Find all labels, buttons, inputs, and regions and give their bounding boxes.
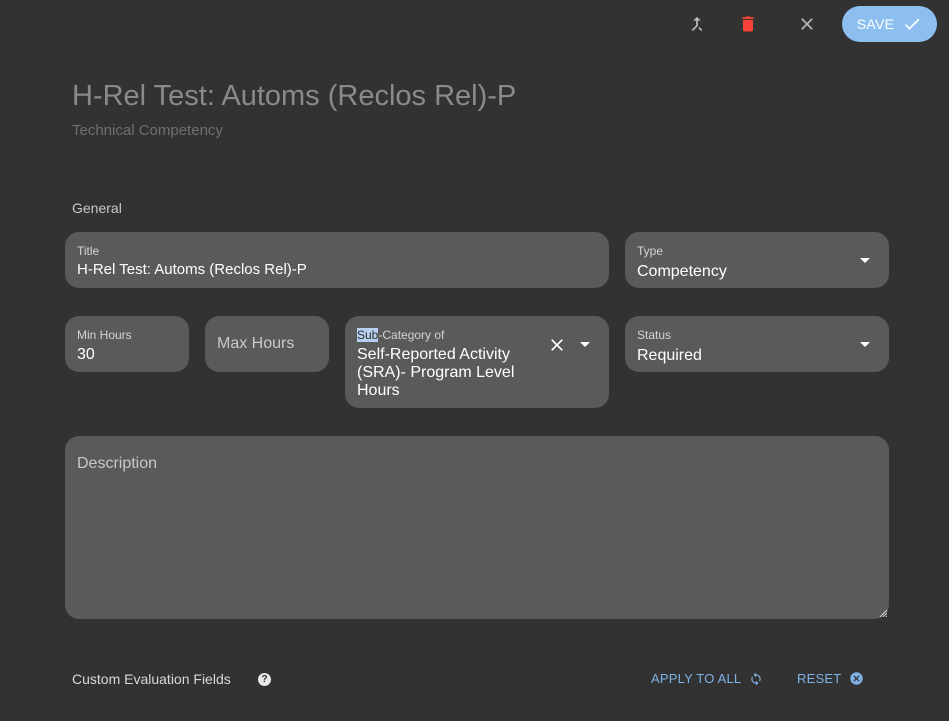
dropdown-caret-icon[interactable] xyxy=(580,342,590,347)
sub-category-label-highlight: Sub xyxy=(357,328,379,342)
general-section-label: General xyxy=(72,200,122,216)
apply-to-all-button[interactable]: APPLY TO ALL xyxy=(651,671,763,686)
type-select-label: Type xyxy=(637,244,664,258)
resize-handle-icon[interactable] xyxy=(879,609,887,617)
reset-button[interactable]: RESET xyxy=(797,671,864,686)
merge-icon[interactable] xyxy=(683,10,711,38)
cancel-circle-icon xyxy=(850,672,864,685)
clear-icon[interactable] xyxy=(546,334,568,356)
max-hours-placeholder: Max Hours xyxy=(217,335,295,352)
page-subtitle: Technical Competency xyxy=(72,122,223,139)
min-hours-label: Min Hours xyxy=(77,328,132,342)
status-select-value: Required xyxy=(637,347,702,364)
title-field-label: Title xyxy=(77,244,100,258)
top-toolbar: SAVE xyxy=(0,0,949,48)
sub-category-label: Sub-Category of xyxy=(357,328,444,342)
apply-to-all-label: APPLY TO ALL xyxy=(651,671,742,686)
status-select[interactable]: Status Required xyxy=(625,316,889,372)
type-select[interactable]: Type Competency xyxy=(625,232,889,288)
reset-label: RESET xyxy=(797,671,842,686)
sub-category-select[interactable]: Sub-Category of Self-Reported Activity (… xyxy=(345,316,609,408)
dropdown-caret-icon[interactable] xyxy=(860,342,870,347)
sync-icon xyxy=(751,672,762,685)
title-field-value[interactable]: H-Rel Test: Automs (Reclos Rel)-P xyxy=(77,261,307,278)
max-hours-field[interactable]: Max Hours xyxy=(205,316,329,372)
sub-category-label-rest: -Category of xyxy=(378,328,445,342)
custom-evaluation-fields-label: Custom Evaluation Fields xyxy=(72,671,231,687)
min-hours-value[interactable]: 30 xyxy=(77,346,95,364)
help-icon[interactable]: ? xyxy=(258,673,271,686)
save-label: SAVE xyxy=(856,16,895,32)
description-textarea[interactable]: Description xyxy=(65,436,889,619)
min-hours-field[interactable]: Min Hours 30 xyxy=(65,316,189,372)
description-placeholder: Description xyxy=(77,455,158,472)
save-button[interactable]: SAVE xyxy=(842,6,937,42)
check-icon xyxy=(905,18,920,30)
page-title: H-Rel Test: Automs (Reclos Rel)-P xyxy=(72,80,517,112)
close-icon[interactable] xyxy=(793,10,821,38)
sub-category-value: Self-Reported Activity (SRA)- Program Le… xyxy=(357,346,515,399)
type-select-value: Competency xyxy=(637,263,727,280)
status-select-label: Status xyxy=(637,328,672,342)
dropdown-caret-icon[interactable] xyxy=(860,258,870,263)
trash-icon[interactable] xyxy=(734,10,762,38)
title-field[interactable]: Title H-Rel Test: Automs (Reclos Rel)-P xyxy=(65,232,609,288)
